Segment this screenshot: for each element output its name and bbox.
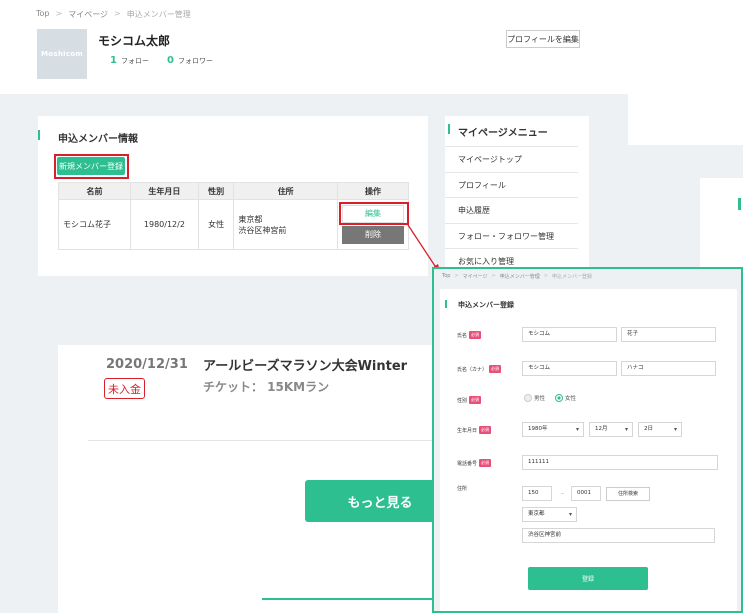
birth-month-select[interactable]: 12月 [589, 422, 633, 437]
required-badge: 必須 [479, 426, 492, 434]
register-button[interactable]: 登録 [528, 567, 648, 590]
name-label: 氏名 必須 [457, 331, 482, 339]
birth-label: 生年月日 必須 [457, 426, 492, 434]
zip-separator: – [561, 490, 564, 497]
first-name-input[interactable]: 花子 [621, 327, 716, 342]
gender-female-label: 女性 [565, 396, 577, 402]
birth-day-select[interactable]: 2日 [638, 422, 682, 437]
address-label: 住所 [457, 485, 467, 492]
breadcrumb-separator: > [491, 273, 496, 279]
phone-input[interactable]: 111111 [522, 455, 718, 470]
required-badge: 必須 [479, 459, 492, 467]
breadcrumb-separator: > [454, 273, 459, 279]
form-breadcrumb-members[interactable]: 申込メンバー管理 [500, 273, 540, 280]
phone-label-text: 電話番号 [457, 460, 478, 467]
gender-male-label: 男性 [534, 396, 546, 402]
gender-label: 性別 必須 [457, 396, 482, 404]
form-breadcrumb-current: 申込メンバー登録 [551, 274, 592, 280]
address-label-text: 住所 [457, 486, 468, 492]
kana-label: 氏名（カナ） 必須 [457, 365, 502, 373]
registration-form-title: 申込メンバー登録 [458, 301, 514, 309]
kana-label-text: 氏名（カナ） [457, 366, 488, 373]
city-input[interactable]: 渋谷区神宮前 [522, 528, 715, 543]
address-search-button[interactable]: 住所検索 [606, 487, 650, 501]
required-badge: 必須 [469, 396, 482, 404]
gender-male-radio[interactable]: 男性 [524, 394, 545, 402]
gender-label-text: 性別 [457, 397, 468, 404]
breadcrumb-separator: > [543, 273, 548, 279]
form-accent-bar [445, 300, 447, 308]
form-breadcrumb: Top > マイページ > 申込メンバー管理 > 申込メンバー登録 [442, 273, 592, 280]
last-name-input[interactable]: モシコム [522, 327, 617, 342]
phone-label: 電話番号 必須 [457, 459, 492, 467]
required-badge: 必須 [489, 365, 502, 373]
radio-off-icon [524, 394, 532, 402]
zip-code-second-input[interactable]: 0001 [571, 486, 601, 501]
prefecture-select[interactable]: 東京都 [522, 507, 577, 522]
zip-code-first-input[interactable]: 150 [522, 486, 552, 501]
birth-year-select[interactable]: 1980年 [522, 422, 584, 437]
gender-female-radio[interactable]: 女性 [555, 394, 576, 402]
radio-on-icon [555, 394, 563, 402]
birth-label-text: 生年月日 [457, 427, 478, 434]
form-breadcrumb-mypage[interactable]: マイページ [463, 273, 488, 280]
required-badge: 必須 [469, 331, 482, 339]
member-registration-inset: Top > マイページ > 申込メンバー管理 > 申込メンバー登録 申込メンバー… [432, 267, 743, 613]
name-label-text: 氏名 [457, 332, 468, 339]
first-name-kana-input[interactable]: ハナコ [621, 361, 716, 376]
last-name-kana-input[interactable]: モシコム [522, 361, 617, 376]
form-breadcrumb-top[interactable]: Top [442, 273, 450, 280]
